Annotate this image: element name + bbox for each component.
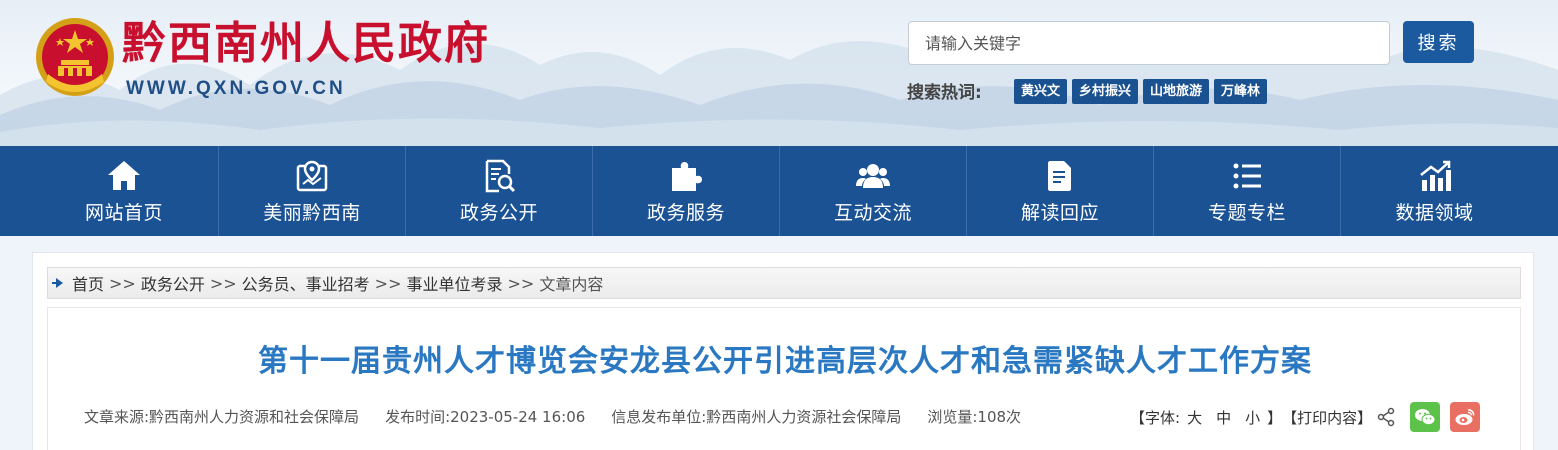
nav-label: 政务服务 bbox=[646, 201, 725, 224]
wechat-icon bbox=[1415, 409, 1436, 426]
file-icon bbox=[1048, 160, 1071, 191]
article-tools: 【字体: 大 中 小 】 【打印内容】 bbox=[1130, 402, 1481, 432]
content-card: 首页 >> 政务公开 >> 公务员、事业招考 >> 事业单位考录 >> 文章内容… bbox=[32, 252, 1534, 450]
breadcrumb-separator: >> bbox=[109, 273, 136, 293]
hot-tag[interactable]: 黄兴文 bbox=[1014, 79, 1068, 104]
site-name: 黔西南州人民政府 bbox=[122, 18, 490, 69]
nav-item-interpretation[interactable]: 解读回应 bbox=[967, 146, 1154, 236]
national-emblem-logo bbox=[36, 18, 114, 96]
article-title: 第十一届贵州人才博览会安龙县公开引进高层次人才和急需紧缺人才工作方案 bbox=[258, 344, 1312, 379]
nav-label: 解读回应 bbox=[1020, 201, 1099, 224]
nav-label: 美丽黔西南 bbox=[263, 201, 361, 224]
nav-item-special-topics[interactable]: 专题专栏 bbox=[1154, 146, 1341, 236]
article-meta: 文章来源:黔西南州人力资源和社会保障局 发布时间:2023-05-24 16:0… bbox=[84, 406, 1021, 427]
breadcrumb-link[interactable]: 首页 bbox=[72, 271, 104, 295]
breadcrumb-link[interactable]: 政务公开 bbox=[141, 271, 205, 295]
nav-item-interaction[interactable]: 互动交流 bbox=[780, 146, 967, 236]
nav-item-gov-open[interactable]: 政务公开 bbox=[406, 146, 593, 236]
nav-item-gov-service[interactable]: 政务服务 bbox=[593, 146, 780, 236]
breadcrumb-current: 文章内容 bbox=[539, 275, 604, 294]
hot-tag[interactable]: 乡村振兴 bbox=[1072, 79, 1139, 104]
font-size-label: 【字体: bbox=[1130, 408, 1181, 427]
site-header: 黔西南州人民政府 WWW.QXN.GOV.CN 搜索 搜索热词: 黄兴文 乡村振… bbox=[0, 0, 1558, 146]
main-nav: 网站首页 美丽黔西南 政务公开 政务服务 互动交流 解读回应 专题专栏 数据领域 bbox=[0, 146, 1558, 236]
article-publisher: 信息发布单位:黔西南州人力资源社会保障局 bbox=[611, 408, 902, 426]
list-icon bbox=[1233, 163, 1261, 188]
bar-chart-icon bbox=[1419, 160, 1451, 191]
weibo-icon bbox=[1455, 409, 1475, 425]
users-icon bbox=[856, 163, 890, 188]
document-search-icon bbox=[485, 159, 516, 192]
hot-tag[interactable]: 山地旅游 bbox=[1143, 79, 1210, 104]
nav-label: 专题专栏 bbox=[1207, 201, 1286, 224]
map-pin-icon bbox=[296, 160, 328, 191]
share-icon bbox=[1377, 407, 1395, 427]
nav-item-beautiful-qxn[interactable]: 美丽黔西南 bbox=[219, 146, 406, 236]
weibo-share-button[interactable] bbox=[1450, 402, 1481, 432]
puzzle-icon bbox=[672, 161, 702, 191]
font-medium-button[interactable]: 中 bbox=[1216, 407, 1231, 428]
font-large-button[interactable]: 大 bbox=[1187, 407, 1202, 428]
hot-words-label: 搜索热词: bbox=[907, 83, 982, 103]
font-size-close: 】 bbox=[1267, 408, 1283, 427]
breadcrumb-link[interactable]: 事业单位考录 bbox=[406, 271, 502, 295]
print-button[interactable]: 【打印内容】 bbox=[1282, 407, 1372, 428]
article-views: 浏览量:108次 bbox=[927, 408, 1022, 426]
arrow-right-icon bbox=[52, 278, 63, 288]
nav-label: 互动交流 bbox=[833, 201, 912, 224]
breadcrumb-link[interactable]: 公务员、事业招考 bbox=[242, 271, 370, 295]
breadcrumb-separator: >> bbox=[507, 273, 535, 293]
nav-label: 网站首页 bbox=[84, 201, 163, 224]
article-publish-time: 发布时间:2023-05-24 16:06 bbox=[385, 408, 586, 426]
hot-tag[interactable]: 万峰林 bbox=[1214, 79, 1268, 104]
font-small-button[interactable]: 小 bbox=[1245, 407, 1260, 428]
breadcrumb-separator: >> bbox=[374, 273, 402, 293]
search-input[interactable] bbox=[908, 21, 1390, 65]
hot-words-list: 黄兴文 乡村振兴 山地旅游 万峰林 bbox=[1014, 79, 1268, 104]
nav-item-data-field[interactable]: 数据领域 bbox=[1341, 146, 1558, 236]
article: 第十一届贵州人才博览会安龙县公开引进高层次人才和急需紧缺人才工作方案 文章来源:… bbox=[47, 307, 1521, 450]
nav-label: 数据领域 bbox=[1395, 201, 1474, 224]
nav-item-home[interactable]: 网站首页 bbox=[0, 146, 219, 236]
site-domain: WWW.QXN.GOV.CN bbox=[126, 78, 346, 99]
home-icon bbox=[108, 160, 140, 190]
breadcrumb-separator: >> bbox=[209, 273, 237, 293]
search-button[interactable]: 搜索 bbox=[1403, 21, 1474, 63]
article-source: 文章来源:黔西南州人力资源和社会保障局 bbox=[84, 408, 360, 426]
wechat-share-button[interactable] bbox=[1410, 402, 1441, 432]
nav-label: 政务公开 bbox=[459, 201, 538, 224]
breadcrumb: 首页 >> 政务公开 >> 公务员、事业招考 >> 事业单位考录 >> 文章内容 bbox=[47, 267, 1521, 299]
